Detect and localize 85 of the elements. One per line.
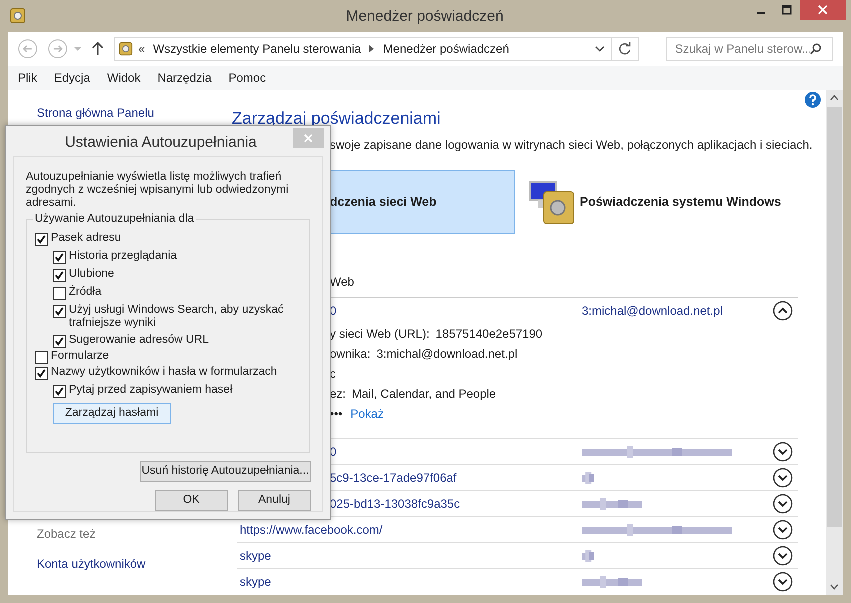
sidebar-link[interactable]: Konta użytkowników bbox=[37, 555, 232, 573]
expand-icon[interactable] bbox=[773, 520, 793, 540]
breadcrumb-item[interactable]: Wszystkie elementy Panelu sterowania bbox=[153, 40, 362, 58]
menu-item[interactable]: Plik bbox=[18, 69, 38, 87]
ok-button[interactable]: OK bbox=[155, 490, 228, 511]
checkbox[interactable] bbox=[53, 287, 66, 300]
expand-icon[interactable] bbox=[773, 468, 793, 488]
checkbox[interactable] bbox=[53, 269, 66, 282]
menu-item[interactable]: Narzędzia bbox=[158, 69, 212, 87]
blurred-text bbox=[582, 550, 594, 562]
checkmark-icon bbox=[55, 307, 64, 316]
close-icon bbox=[304, 134, 313, 142]
checkbox[interactable] bbox=[53, 251, 66, 264]
credential-user: 3:michal@download.net.pl bbox=[582, 303, 723, 320]
up-arrow-icon[interactable] bbox=[92, 42, 104, 56]
blurred-text bbox=[582, 498, 642, 510]
checkbox-label: Pytaj przed zapisywaniem haseł bbox=[69, 384, 234, 397]
address-bar[interactable]: « Wszystkie elementy Panelu sterowania Menedżer poświadczeń bbox=[114, 37, 640, 61]
scroll-up-icon[interactable] bbox=[830, 95, 839, 101]
checkbox[interactable] bbox=[53, 335, 66, 348]
sidebar-heading: Zobacz też bbox=[37, 526, 97, 543]
refresh-icon[interactable] bbox=[618, 42, 632, 56]
menu-item[interactable]: Edycja bbox=[54, 69, 90, 87]
checkbox[interactable] bbox=[53, 305, 66, 318]
blurred-text bbox=[582, 576, 642, 588]
separator-arrow-icon[interactable] bbox=[369, 45, 376, 53]
breadcrumb-item[interactable]: Menedżer poświadczeń bbox=[383, 40, 510, 58]
expand-icon[interactable] bbox=[773, 572, 793, 592]
scroll-down-icon[interactable] bbox=[830, 584, 839, 590]
scrollbar[interactable] bbox=[826, 90, 843, 595]
checkbox-label: Użyj usługi Windows Search, aby uzyskać trafniejsze wyniki bbox=[69, 304, 285, 330]
sidebar-link[interactable]: Strona główna Panelu bbox=[37, 104, 232, 122]
checkbox[interactable] bbox=[35, 367, 48, 380]
checkbox-label: Formularze bbox=[51, 350, 110, 363]
help-icon[interactable] bbox=[805, 92, 821, 108]
detail-label: ownika: bbox=[330, 346, 371, 363]
checkbox-label: Źródła bbox=[69, 286, 103, 299]
checkmark-icon bbox=[55, 337, 64, 346]
window-title: Menedżer poświadczeń bbox=[345, 7, 505, 27]
tile-label: dczenia sieci Web bbox=[330, 194, 437, 211]
menu-item[interactable]: Widok bbox=[107, 69, 141, 87]
chevron-down-icon[interactable] bbox=[595, 46, 606, 52]
checkbox[interactable] bbox=[53, 385, 66, 398]
maximize-icon bbox=[782, 5, 792, 15]
dialog-title: Ustawienia Autouzupełniania bbox=[64, 133, 258, 153]
detail-label: ez: bbox=[330, 386, 346, 403]
minimize-icon bbox=[757, 12, 765, 14]
expand-icon[interactable] bbox=[773, 494, 793, 514]
checkbox-label: Historia przeglądania bbox=[69, 250, 178, 263]
clear-history-button[interactable]: Usuń historię Autouzupełniania... bbox=[140, 461, 311, 482]
credential-name[interactable]: https://www.facebook.com/ bbox=[237, 520, 582, 538]
section-heading: Web bbox=[329, 274, 356, 291]
overflow-chevron[interactable]: « bbox=[138, 40, 146, 58]
group-label: Używanie Autouzupełniania dla bbox=[33, 213, 196, 226]
checkbox[interactable] bbox=[35, 351, 48, 364]
checkbox-label: Nazwy użytkowników i hasła w formularzach bbox=[51, 366, 278, 379]
expand-icon[interactable] bbox=[773, 546, 793, 566]
show-password-link[interactable]: Pokaż bbox=[350, 405, 384, 423]
detail-value: Mail, Calendar, and People bbox=[352, 386, 496, 403]
manage-passwords-button[interactable]: Zarządzaj hasłami bbox=[53, 403, 171, 424]
page-title: Zarządzaj poświadczeniami bbox=[232, 108, 442, 130]
credential-tile[interactable]: Poświadczenia systemu Windows bbox=[527, 170, 807, 234]
safe-icon bbox=[118, 42, 133, 56]
tile-label: Poświadczenia systemu Windows bbox=[580, 194, 782, 211]
checkbox-label: Sugerowanie adresów URL bbox=[69, 334, 210, 347]
blurred-text bbox=[582, 472, 594, 484]
collapse-icon[interactable] bbox=[773, 301, 793, 321]
close-button[interactable] bbox=[800, 0, 846, 20]
menu-item[interactable]: Pomoc bbox=[228, 69, 266, 87]
app-icon bbox=[10, 8, 26, 24]
page-description: swoje zapisane dane logowania w witrynach sieci Web, połączonych aplikacjach i sieciach. bbox=[330, 137, 813, 154]
search-icon[interactable] bbox=[810, 43, 822, 55]
detail-value: 3:michal@download.net.pl bbox=[376, 346, 518, 363]
password-dots: ••• bbox=[330, 406, 343, 423]
detail-value: 18575140e2e57190 bbox=[436, 326, 543, 343]
credential-name[interactable]: skype bbox=[237, 546, 582, 564]
monitor-safe-icon bbox=[528, 180, 576, 224]
credential-name[interactable]: skype bbox=[237, 572, 582, 590]
close-icon bbox=[818, 5, 828, 15]
expand-icon[interactable] bbox=[773, 442, 793, 462]
checkbox[interactable] bbox=[35, 233, 48, 246]
checkbox-label: Ulubione bbox=[69, 268, 116, 281]
scrollbar-thumb[interactable] bbox=[827, 107, 842, 527]
checkbox-label: Pasek adresu bbox=[51, 232, 122, 245]
cancel-button[interactable]: Anuluj bbox=[238, 490, 311, 511]
